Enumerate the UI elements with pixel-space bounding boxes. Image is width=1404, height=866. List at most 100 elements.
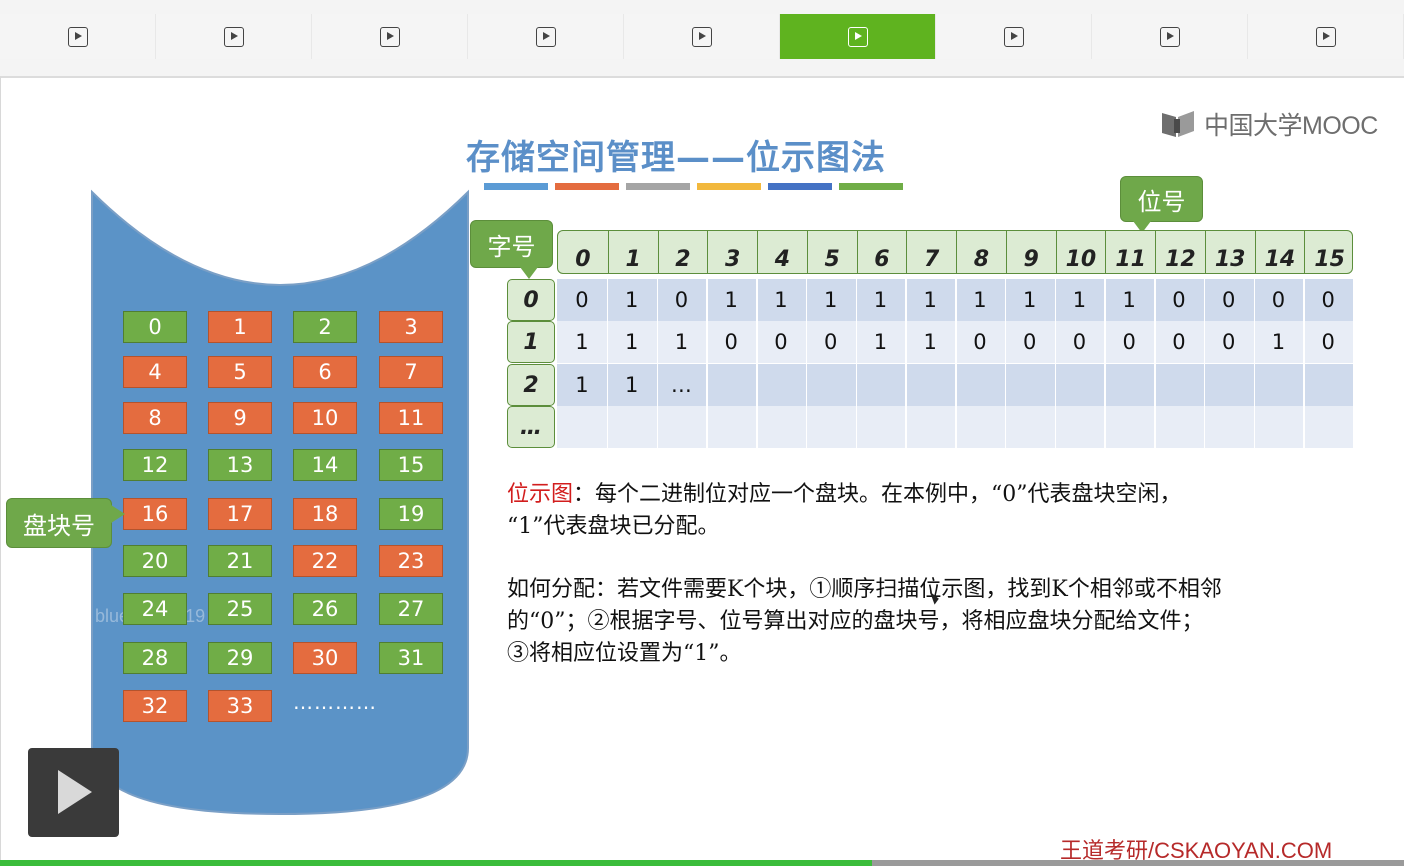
disk-block: 7 [379,356,443,388]
bit-number-label: 15 [1304,231,1352,273]
bitmap-cell: 1 [923,288,937,312]
disk-block: 17 [208,498,272,530]
bitmap-cell: 0 [575,288,589,312]
bit-number-label: 10 [1055,231,1106,273]
disk-block: 12 [123,449,187,481]
bitmap-cell [1204,364,1254,406]
chapter-tab-2[interactable] [312,14,468,59]
progress-bar-remaining[interactable] [872,860,1404,866]
bit-number-label: 6 [856,231,907,273]
bitmap-cell: 1 [873,288,888,312]
bitmap-cell: 1 [724,288,738,312]
title-underline-bar [626,183,690,190]
bitmap-cell: 1 [774,288,788,312]
bit-number-label: 4 [757,231,807,273]
disk-block: 16 [123,498,187,530]
bitmap-definition: 位示图：每个二进制位对应一个盘块。在本例中，“0”代表盘块空闲， [507,479,1182,511]
bitmap-gridline [1104,279,1106,448]
disk-block: 19 [379,498,443,530]
disk-block: 25 [208,593,272,625]
more-blocks-ellipsis: ………… [293,690,377,714]
bitmap-cell: … [670,373,692,397]
play-icon [67,26,88,47]
disk-block: 2 [293,311,357,343]
bitmap-cell: 0 [1321,330,1335,354]
play-icon [847,26,868,47]
bitmap-cell [905,364,955,406]
disk-block: 10 [293,402,357,434]
bitmap-cell [1254,406,1304,448]
bitmap-cell: 0 [1022,330,1037,354]
bitmap-cell: 1 [873,330,888,354]
chapter-tab-8[interactable] [1248,14,1404,59]
bitmap-gridline [1253,279,1255,448]
bit-number-label: 11 [1105,231,1155,273]
chapter-tab-4[interactable] [624,14,780,59]
bitmap-gridline [955,279,957,448]
block-number-callout: 盘块号 [6,498,112,548]
bitmap-gridline [1203,279,1206,448]
word-number-callout-pointer [520,267,538,279]
slide-title: 存储空间管理——位示图法 [466,138,886,178]
bitmap-definition-line1: ：每个二进制位对应一个盘块。在本例中，“0”代表盘块空闲， [573,482,1182,507]
bit-number-callout: 位号 [1120,176,1203,222]
bitmap-cell: 1 [575,373,589,397]
word-number-label: … [507,406,555,448]
lecture-viewer: 存储空间管理——位示图法 中国大学MOOC bluefeart2019 0123… [0,0,1404,866]
bitmap-cell [1254,364,1304,406]
bitmap-cell [955,364,1005,406]
bitmap-cell: 1 [1022,288,1037,312]
bitmap-gridline [1154,279,1156,448]
chapter-tab-1[interactable] [156,14,312,59]
disk-block: 29 [208,642,272,674]
play-icon [379,26,400,47]
bitmap-cell: 1 [923,330,937,354]
word-number-label: 0 [507,279,555,321]
chapter-tab-5[interactable] [780,14,936,59]
title-underline-bar [555,183,619,190]
disk-block: 4 [123,356,187,388]
title-underline-bar [839,183,903,190]
bitmap-gridline [905,279,907,448]
disk-block: 27 [379,593,443,625]
book-icon [1162,111,1194,137]
bitmap-cell [1154,406,1204,448]
play-button[interactable] [28,748,119,837]
bitmap-gridline [1054,279,1056,448]
bitmap-cell [706,364,756,406]
chapter-tab-0[interactable] [0,14,156,59]
bitmap-cell: 0 [1172,330,1186,354]
bitmap-cell: 0 [724,330,738,354]
bitmap-cell: 0 [674,288,689,312]
disk-block: 22 [293,545,357,577]
bitmap-column-header: 0 1 2 3 4 5 6 7 8 9 10 11 12 13 14 15 [557,230,1353,274]
chapter-tab-6[interactable] [936,14,1092,59]
bitmap-cell: 1 [823,288,838,312]
title-underline-bar [697,183,761,190]
bitmap-cell: 1 [624,330,639,354]
bitmap-cell: 1 [674,330,689,354]
bit-number-label: 5 [806,231,857,273]
bit-number-label: 13 [1204,231,1255,273]
mooc-logo-text: 中国大学MOOC [1204,112,1378,140]
disk-block: 23 [379,545,443,577]
bitmap-term: 位示图 [507,482,574,507]
bitmap-definition-line2: “1”代表盘块已分配。 [507,514,720,539]
bitmap-cell: 1 [1271,330,1286,354]
bitmap-cell [1303,364,1353,406]
block-number-callout-pointer [111,505,125,523]
bitmap-cell: 1 [1072,288,1087,312]
word-number-label: 2 [507,364,555,406]
chapter-tab-7[interactable] [1092,14,1248,59]
chapter-tab-3[interactable] [468,14,624,59]
disk-block: 24 [123,593,187,625]
mooc-logo: 中国大学MOOC [1160,108,1378,140]
disk-block: 14 [293,449,357,481]
bitmap-gridline [706,279,708,448]
bit-number-label: 2 [657,231,708,273]
bitmap-cell [756,406,806,448]
bitmap-cell [856,406,906,448]
bit-number-label: 3 [707,231,757,273]
disk-block: 18 [293,498,357,530]
bitmap-gridline [606,279,609,448]
